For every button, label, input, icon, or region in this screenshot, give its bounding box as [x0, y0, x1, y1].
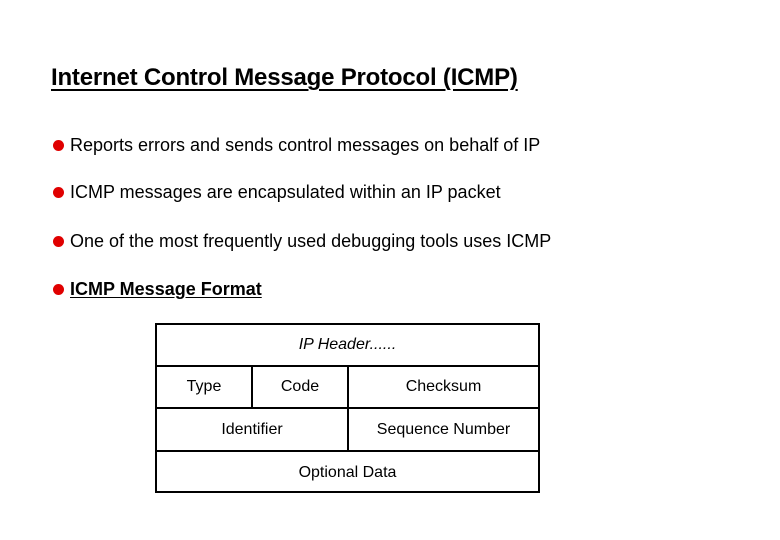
bullet-dot-icon [53, 187, 64, 198]
bullet-dot-icon [53, 140, 64, 151]
type-cell: Type [157, 367, 253, 407]
bullet-dot-icon [53, 236, 64, 247]
ip-header-cell: IP Header...... [298, 336, 397, 353]
bullet-text: One of the most frequently used debuggin… [70, 231, 552, 251]
bullet-item-message-format: ICMP Message Format [53, 279, 262, 300]
bullet-item: One of the most frequently used debuggin… [53, 231, 551, 252]
optional-data-cell: Optional Data [298, 463, 397, 481]
format-row-type-code-checksum: Type Code Checksum [157, 367, 538, 409]
format-row-identifier-sequence: Identifier Sequence Number [157, 409, 538, 452]
checksum-cell: Checksum [405, 378, 482, 395]
bullet-item: Reports errors and sends control message… [53, 135, 540, 156]
bullet-text-heading: ICMP Message Format [70, 279, 262, 299]
format-row-optional-data: Optional Data [157, 452, 538, 493]
bullet-text: Reports errors and sends control message… [70, 135, 541, 155]
code-cell: Code [253, 367, 349, 407]
icmp-message-format-table: IP Header...... Type Code Checksum Ident… [155, 323, 540, 493]
format-row-ip-header: IP Header...... [157, 325, 538, 367]
slide-title: Internet Control Message Protocol (ICMP) [51, 64, 518, 91]
bullet-dot-icon [53, 284, 64, 295]
sequence-number-cell: Sequence Number [376, 420, 511, 438]
bullet-text: ICMP messages are encapsulated within an… [70, 182, 501, 202]
bullet-item: ICMP messages are encapsulated within an… [53, 182, 501, 203]
identifier-cell: Identifier [157, 409, 349, 450]
